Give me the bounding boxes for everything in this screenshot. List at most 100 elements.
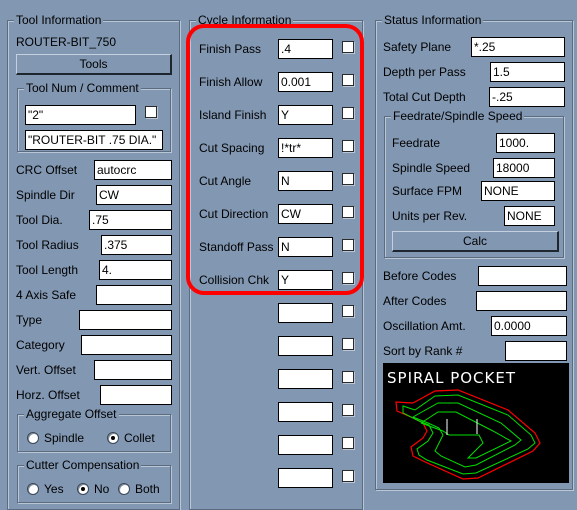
tool-name: ROUTER-BIT_750	[16, 35, 117, 49]
feedrate-spindle-title: Feedrate/Spindle Speed	[391, 109, 525, 123]
total-cut-depth-input[interactable]	[489, 87, 565, 107]
after-codes-label: After Codes	[383, 294, 447, 308]
crc-offset-input[interactable]	[94, 160, 172, 180]
horz-offset-label: Horz. Offset	[16, 388, 80, 402]
aggregate-spindle-label: Spindle	[44, 431, 85, 445]
cycle-value-input[interactable]	[278, 171, 333, 191]
units-per-rev-input[interactable]	[504, 206, 555, 226]
spindle-dir-input[interactable]	[96, 185, 172, 205]
cutter-comp-no-label: No	[94, 482, 110, 496]
cutter-comp-yes-radio[interactable]: Yes	[27, 482, 64, 496]
finish-pass-label: Finish Pass	[199, 42, 262, 56]
cycle-value-input[interactable]	[278, 336, 333, 356]
radio-dot-icon	[27, 483, 39, 495]
spindle-speed-input[interactable]	[493, 158, 555, 178]
cut-spacing-label: Cut Spacing	[199, 141, 265, 155]
cycle-value-input[interactable]	[278, 105, 333, 125]
tool-radius-input[interactable]	[101, 235, 172, 255]
cutter-comp-both-radio[interactable]: Both	[118, 482, 160, 496]
tool-dia-input[interactable]	[89, 210, 172, 230]
cycle-checkbox[interactable]	[342, 305, 354, 317]
tools-button[interactable]: Tools	[16, 54, 172, 75]
tool-dia-label: Tool Dia.	[16, 213, 63, 227]
cycle-checkbox[interactable]	[342, 371, 354, 383]
cutter-comp-both-label: Both	[135, 482, 160, 496]
after-codes-input[interactable]	[476, 291, 567, 311]
type-input[interactable]	[79, 310, 172, 330]
tool-num-checkbox[interactable]	[145, 106, 157, 118]
safety-plane-label: Safety Plane	[383, 40, 452, 54]
cycle-value-input[interactable]	[278, 39, 333, 59]
aggregate-collet-radio[interactable]: Collet	[107, 431, 155, 445]
finish-allow-label: Finish Allow	[199, 75, 263, 89]
category-label: Category	[16, 338, 65, 352]
toolpath-drawing	[395, 389, 541, 480]
cycle-checkbox[interactable]	[342, 206, 354, 218]
cut-angle-label: Cut Angle	[199, 174, 252, 188]
cycle-value-input[interactable]	[278, 468, 333, 488]
radio-dot-selected-icon	[107, 432, 119, 444]
aggregate-spindle-radio[interactable]: Spindle	[27, 431, 84, 445]
cycle-value-input[interactable]	[278, 72, 333, 92]
oscillation-amt-label: Oscillation Amt.	[383, 319, 466, 333]
tool-information-title: Tool Information	[14, 13, 104, 27]
cut-direction-label: Cut Direction	[199, 207, 269, 221]
radio-dot-icon	[27, 432, 39, 444]
surface-fpm-input[interactable]	[481, 181, 555, 201]
cutter-comp-no-radio[interactable]: No	[77, 482, 109, 496]
type-label: Type	[16, 313, 43, 327]
before-codes-input[interactable]	[478, 266, 567, 286]
cycle-checkbox[interactable]	[342, 74, 354, 86]
tool-length-label: Tool Length	[16, 263, 79, 277]
vert-offset-label: Vert. Offset	[16, 363, 76, 377]
island-finish-label: Island Finish	[199, 108, 267, 122]
cycle-value-input[interactable]	[278, 204, 333, 224]
horz-offset-input[interactable]	[100, 385, 172, 405]
cycle-value-input[interactable]	[278, 138, 333, 158]
category-input[interactable]	[81, 335, 172, 355]
sort-by-rank-input[interactable]	[505, 341, 567, 361]
aggregate-offset-title: Aggregate Offset	[24, 407, 119, 421]
collision-chk-label: Collision Chk	[199, 273, 270, 287]
4-axis-safe-input[interactable]	[96, 285, 172, 305]
cycle-value-input[interactable]	[278, 369, 333, 389]
status-information-title: Status Information	[382, 13, 484, 27]
before-codes-label: Before Codes	[383, 269, 457, 283]
aggregate-collet-label: Collet	[124, 431, 155, 445]
cycle-value-input[interactable]	[278, 237, 333, 257]
tool-num-comment-title: Tool Num / Comment	[24, 81, 141, 95]
calc-button[interactable]: Calc	[392, 231, 559, 252]
tool-comment-input[interactable]	[25, 130, 163, 150]
cycle-checkbox[interactable]	[342, 437, 354, 449]
surface-fpm-label: Surface FPM	[392, 184, 463, 198]
depth-per-pass-label: Depth per Pass	[383, 65, 466, 79]
cycle-value-input[interactable]	[278, 303, 333, 323]
feedrate-label: Feedrate	[392, 136, 441, 150]
cycle-checkbox[interactable]	[342, 41, 354, 53]
oscillation-amt-input[interactable]	[491, 316, 567, 336]
crc-offset-label: CRC Offset	[16, 163, 78, 177]
depth-per-pass-input[interactable]	[490, 62, 565, 82]
cycle-checkbox[interactable]	[342, 239, 354, 251]
cycle-checkbox[interactable]	[342, 338, 354, 350]
cycle-value-input[interactable]	[278, 402, 333, 422]
cycle-information-title: Cycle Information	[196, 13, 294, 27]
cycle-checkbox[interactable]	[342, 470, 354, 482]
radio-dot-icon	[118, 483, 130, 495]
safety-plane-input[interactable]	[471, 37, 565, 57]
cycle-checkbox[interactable]	[342, 140, 354, 152]
cycle-checkbox[interactable]	[342, 107, 354, 119]
cutter-comp-yes-label: Yes	[44, 482, 64, 496]
feedrate-input[interactable]	[496, 133, 555, 153]
cycle-checkbox[interactable]	[342, 272, 354, 284]
vert-offset-input[interactable]	[94, 360, 172, 380]
tool-radius-label: Tool Radius	[16, 238, 79, 252]
cycle-checkbox[interactable]	[342, 173, 354, 185]
cycle-checkbox[interactable]	[342, 404, 354, 416]
cycle-value-input[interactable]	[278, 435, 333, 455]
tool-length-input[interactable]	[99, 260, 172, 280]
total-cut-depth-label: Total Cut Depth	[383, 90, 466, 104]
radio-dot-selected-icon	[77, 483, 89, 495]
cycle-value-input[interactable]	[278, 270, 333, 290]
tool-num-input[interactable]	[25, 105, 136, 125]
